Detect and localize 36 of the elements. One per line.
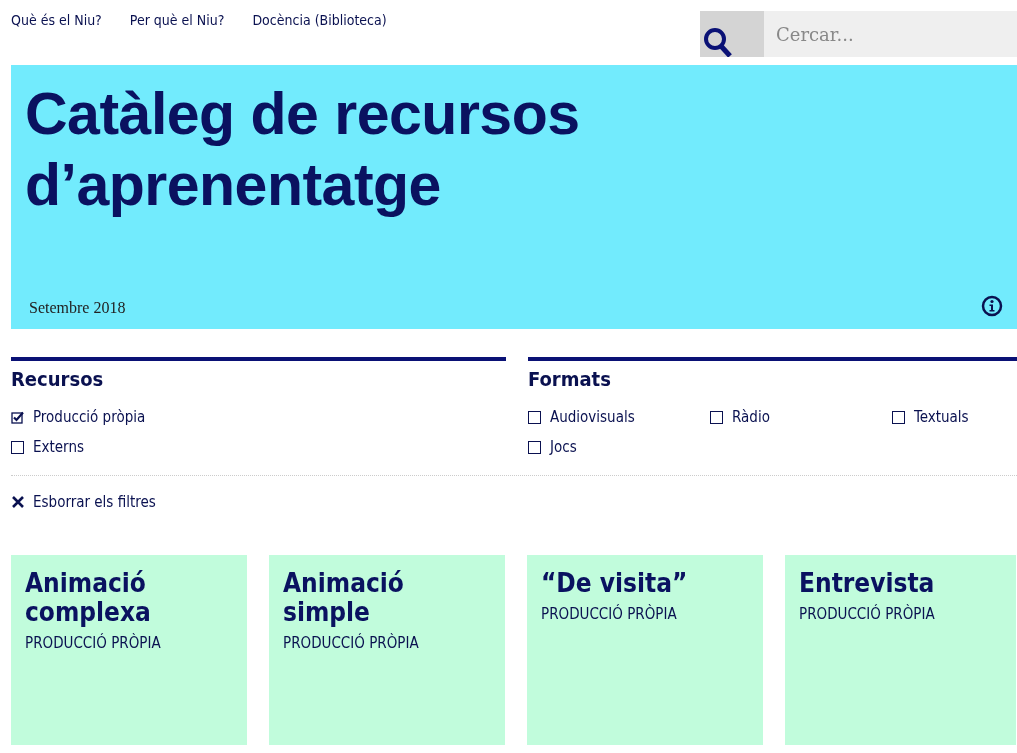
nav-link[interactable]: Docència (Biblioteca) — [252, 12, 387, 28]
empty-box-icon — [710, 411, 723, 424]
nav-link[interactable]: Per què el Niu? — [129, 12, 225, 28]
card-source: PRODUCCIÓ PRÒPIA — [283, 634, 419, 652]
card-title: Entrevista — [799, 569, 936, 598]
resource-card[interactable]: Entrevista PRODUCCIÓ PRÒPIA — [785, 555, 1016, 745]
filter-checkbox[interactable]: Textuals — [892, 407, 1017, 428]
card-title: “De visita” — [541, 569, 689, 598]
info-icon[interactable] — [981, 295, 1003, 317]
filter-checkbox[interactable]: Audiovisuals — [528, 407, 701, 428]
card-source: PRODUCCIÓ PRÒPIA — [541, 605, 677, 623]
nav-link[interactable]: Què és el Niu? — [11, 12, 102, 28]
card-source: PRODUCCIÓ PRÒPIA — [799, 605, 935, 623]
card-title: Animació simple — [283, 569, 405, 627]
empty-box-icon — [528, 441, 541, 454]
filter-checkbox[interactable]: Ràdio — [710, 407, 883, 428]
empty-box-icon — [892, 411, 905, 424]
card-title: Animació complexa — [25, 569, 152, 627]
close-icon — [11, 495, 25, 509]
checked-box-icon — [11, 411, 24, 424]
resource-card[interactable]: “De visita” PRODUCCIÓ PRÒPIA — [527, 555, 763, 745]
filter-heading: Formats — [528, 367, 612, 391]
page-title: Catàleg de recursos d’aprenentatge — [25, 80, 581, 220]
filter-checkbox[interactable]: Producció pròpia — [11, 407, 506, 428]
clear-filters-button[interactable]: Esborrar els filtres — [11, 493, 156, 511]
filter-checkbox[interactable]: Jocs — [528, 437, 701, 458]
empty-box-icon — [528, 411, 541, 424]
card-source: PRODUCCIÓ PRÒPIA — [25, 634, 161, 652]
filter-heading: Recursos — [11, 367, 105, 391]
resource-card[interactable]: Animació complexa PRODUCCIÓ PRÒPIA — [11, 555, 247, 745]
search-button[interactable] — [700, 11, 764, 57]
resource-card[interactable]: Animació simple PRODUCCIÓ PRÒPIA — [269, 555, 505, 745]
search-field[interactable]: Cercar... — [764, 11, 1017, 57]
date-text: Setembre 2018 — [29, 299, 126, 317]
empty-box-icon — [11, 441, 24, 454]
filter-checkbox[interactable]: Externs — [11, 437, 506, 458]
